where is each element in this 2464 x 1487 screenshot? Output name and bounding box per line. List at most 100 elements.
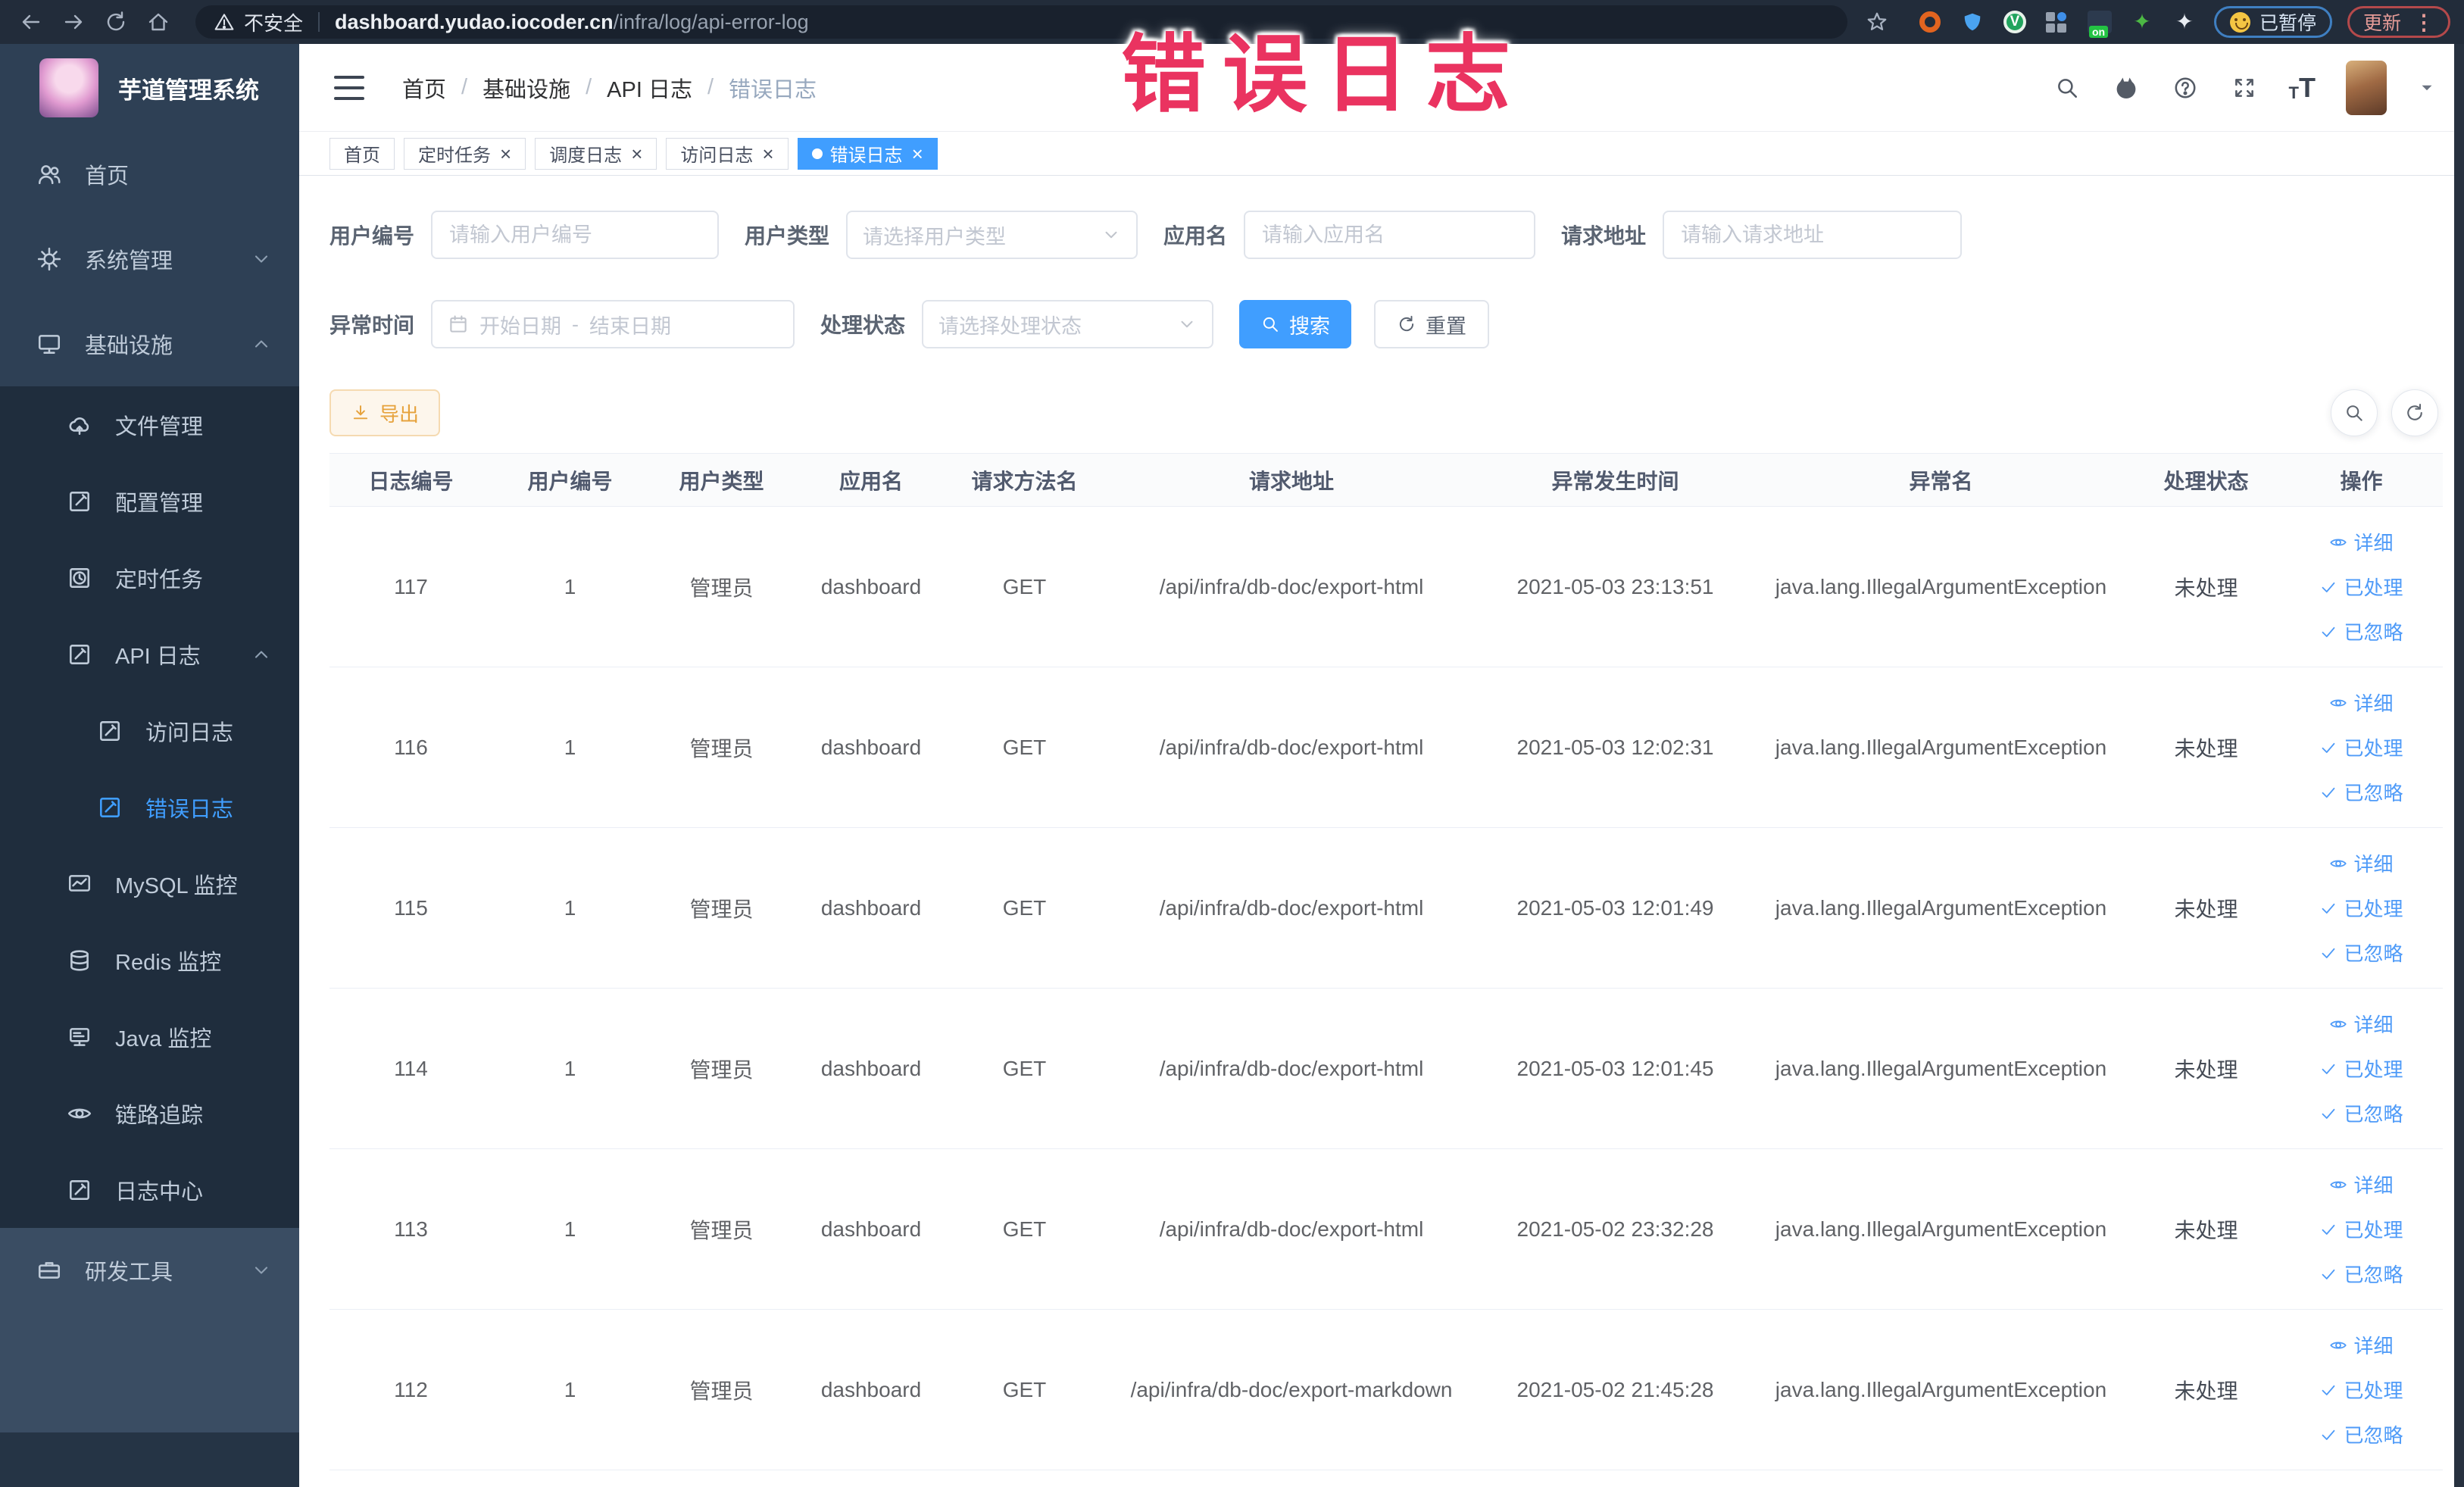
tab-scheduled-jobs[interactable]: 定时任务 × — [404, 137, 526, 170]
toggle-search-button[interactable] — [2331, 389, 2378, 436]
detail-link[interactable]: 详细 — [2329, 849, 2394, 877]
extension-grid-icon[interactable] — [2043, 8, 2072, 36]
extension-shield-icon[interactable] — [1958, 8, 1987, 36]
sidebar-item-mysql-monitor[interactable]: MySQL 监控 — [0, 845, 299, 922]
sidebar-item-label: API 日志 — [115, 644, 201, 669]
breadcrumb-item[interactable]: API 日志 — [607, 72, 692, 104]
search-icon[interactable] — [2053, 73, 2081, 102]
sidebar-item-config-management[interactable]: 配置管理 — [0, 463, 299, 539]
mark-processed-link[interactable]: 已处理 — [2319, 573, 2403, 601]
github-icon[interactable] — [2112, 73, 2141, 102]
extension-leaf-icon[interactable]: ✦ — [2128, 8, 2156, 36]
app-logo-row[interactable]: 芋道管理系统 — [0, 44, 299, 132]
page-scrollbar[interactable] — [2454, 44, 2464, 1487]
mark-ignored-link[interactable]: 已忽略 — [2319, 1420, 2403, 1448]
sidebar-item-api-log[interactable]: API 日志 — [0, 616, 299, 692]
detail-link[interactable]: 详细 — [2329, 1331, 2394, 1359]
home-browser-icon[interactable] — [141, 5, 176, 39]
sidebar-item-error-log[interactable]: 错误日志 — [0, 769, 299, 845]
not-secure-warning[interactable]: 不安全 — [214, 8, 303, 36]
sidebar-submenu-infrastructure: 文件管理 配置管理 定时任务 API 日志 访问日志 错误日志 MySQL 监控… — [0, 386, 299, 1228]
end-date-placeholder: 结束日期 — [589, 314, 672, 338]
mark-ignored-link[interactable]: 已忽略 — [2319, 1099, 2403, 1127]
sidebar-item-log-center[interactable]: 日志中心 — [0, 1151, 299, 1228]
back-icon[interactable] — [14, 5, 48, 39]
process-status-select[interactable]: 请选择处理状态 — [922, 300, 1214, 348]
font-size-icon[interactable]: TT — [2289, 73, 2316, 102]
extension-vue-icon[interactable]: V — [2000, 8, 2029, 36]
extension-pin-icon[interactable]: ✦ — [2170, 8, 2199, 36]
breadcrumb-item[interactable]: 基础设施 — [482, 72, 570, 104]
address-bar[interactable]: 不安全 dashboard.yudao.iocoder.cn/infra/log… — [195, 5, 1847, 39]
search-button[interactable]: 搜索 — [1239, 300, 1352, 348]
sidebar-item-file-management[interactable]: 文件管理 — [0, 386, 299, 463]
sidebar-item-label: 文件管理 — [115, 414, 204, 439]
cell-log-id: 113 — [394, 1217, 428, 1241]
reset-button[interactable]: 重置 — [1374, 300, 1490, 348]
sidebar-item-system[interactable]: 系统管理 — [0, 217, 299, 301]
mark-processed-link[interactable]: 已处理 — [2319, 733, 2403, 761]
detail-link[interactable]: 详细 — [2329, 1170, 2394, 1198]
sidebar-item-home[interactable]: 首页 — [0, 132, 299, 217]
warning-icon — [214, 14, 234, 30]
cell-status: 未处理 — [2174, 736, 2238, 761]
mark-processed-link[interactable]: 已处理 — [2319, 1054, 2403, 1082]
detail-link[interactable]: 详细 — [2329, 1010, 2394, 1038]
cell-app-name: dashboard — [820, 1217, 922, 1241]
api-log-icon — [70, 644, 89, 664]
reload-icon[interactable] — [98, 5, 133, 39]
sidebar-item-trace[interactable]: 链路追踪 — [0, 1075, 299, 1151]
mark-processed-link[interactable]: 已处理 — [2319, 1376, 2403, 1404]
export-button[interactable]: 导出 — [329, 389, 441, 436]
mark-ignored-link[interactable]: 已忽略 — [2319, 939, 2403, 967]
forward-icon[interactable] — [56, 5, 91, 39]
detail-link[interactable]: 详细 — [2329, 528, 2394, 556]
sidebar-item-infrastructure[interactable]: 基础设施 — [0, 301, 299, 386]
chevron-down-icon[interactable] — [2417, 78, 2437, 98]
close-icon[interactable]: × — [500, 144, 511, 164]
extension-orange-icon[interactable] — [1916, 8, 1944, 36]
filter-request-url: 请求地址 — [1561, 211, 1963, 259]
breadcrumb-current: 错误日志 — [729, 77, 817, 102]
cell-user-id: 1 — [564, 1056, 576, 1080]
detail-link-label: 详细 — [2353, 1335, 2394, 1357]
mark-ignored-link[interactable]: 已忽略 — [2319, 617, 2403, 645]
cell-actions: 详细 已处理 已忽略 — [2280, 689, 2443, 806]
help-icon[interactable] — [2171, 73, 2200, 102]
search-icon — [2347, 405, 2363, 421]
extension-switch-icon[interactable]: on — [2085, 8, 2114, 38]
close-icon[interactable]: × — [762, 144, 773, 164]
kebab-menu-icon[interactable]: ⋮ — [2413, 10, 2434, 35]
fullscreen-icon[interactable] — [2230, 73, 2259, 102]
user-type-select[interactable]: 请选择用户类型 — [846, 211, 1138, 259]
sidebar-item-dev-tools[interactable]: 研发工具 — [0, 1228, 299, 1313]
sidebar-item-redis-monitor[interactable]: Redis 监控 — [0, 922, 299, 998]
mark-processed-link[interactable]: 已处理 — [2319, 1215, 2403, 1243]
browser-update-button[interactable]: 更新 ⋮ — [2347, 6, 2450, 38]
app-name-input[interactable] — [1244, 211, 1536, 259]
filter-label: 用户类型 — [745, 224, 830, 248]
sidebar-toggle-icon[interactable] — [334, 75, 364, 100]
tab-error-log[interactable]: 错误日志 × — [797, 137, 938, 170]
paused-extension-badge[interactable]: 已暂停 — [2213, 6, 2332, 38]
sidebar-item-java-monitor[interactable]: Java 监控 — [0, 998, 299, 1075]
sidebar-item-access-log[interactable]: 访问日志 — [0, 692, 299, 769]
refresh-table-button[interactable] — [2391, 389, 2438, 436]
exception-time-range-picker[interactable]: 开始日期 - 结束日期 — [431, 300, 795, 348]
cell-method: GET — [1002, 895, 1047, 920]
tab-access-log[interactable]: 访问日志 × — [666, 137, 789, 170]
request-url-input[interactable] — [1663, 211, 1963, 259]
detail-link[interactable]: 详细 — [2329, 689, 2394, 717]
bookmark-star-icon[interactable] — [1860, 5, 1894, 39]
tab-home[interactable]: 首页 — [329, 137, 395, 170]
avatar[interactable] — [2346, 60, 2387, 115]
close-icon[interactable]: × — [912, 144, 923, 164]
user-id-input[interactable] — [431, 211, 720, 259]
sidebar-item-scheduled-jobs[interactable]: 定时任务 — [0, 539, 299, 616]
tab-schedule-log[interactable]: 调度日志 × — [535, 137, 657, 170]
mark-processed-link[interactable]: 已处理 — [2319, 894, 2403, 922]
close-icon[interactable]: × — [631, 144, 642, 164]
mark-ignored-link[interactable]: 已忽略 — [2319, 1260, 2403, 1288]
breadcrumb-item[interactable]: 首页 — [402, 72, 446, 104]
mark-ignored-link[interactable]: 已忽略 — [2319, 778, 2403, 806]
